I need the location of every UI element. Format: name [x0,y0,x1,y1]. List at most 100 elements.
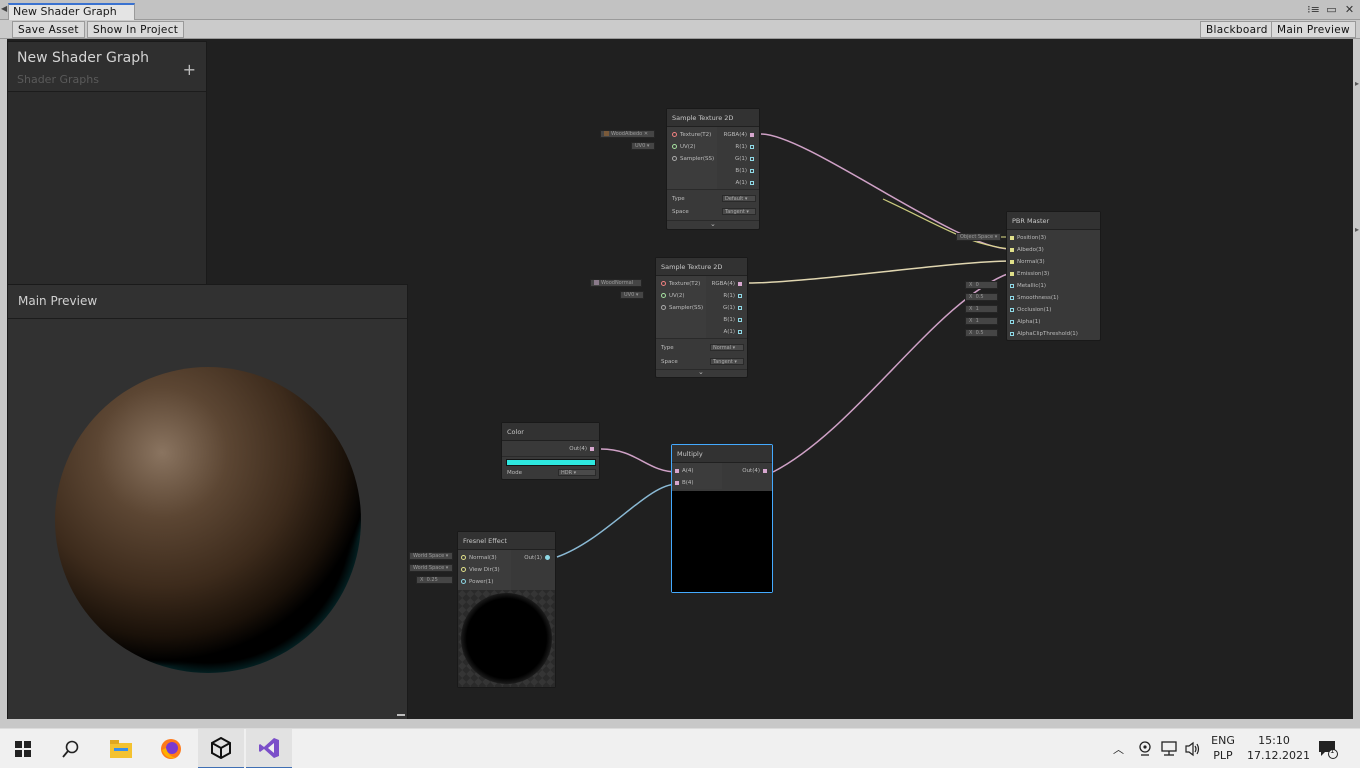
save-asset-button[interactable]: Save Asset [12,21,85,38]
port-b-in[interactable]: B(4) [672,479,694,487]
edge-fresnel-to-multiply-b [556,483,678,558]
edge-normal-to-normal [748,260,1011,284]
occlusion-field[interactable]: X 1 [965,305,998,313]
color-swatch[interactable] [506,459,596,466]
multiply-node[interactable]: Multiply A(4) B(4) Out(4) [671,444,773,593]
port-position-in[interactable]: Position(3) [1007,234,1046,242]
port-occlusion-in[interactable]: Occlusion(1) [1007,306,1051,314]
notification-center-icon[interactable]: 1 [1318,739,1338,768]
type-dropdown[interactable]: Default ▾ [722,195,756,202]
collapse-arrow-icon[interactable]: ◀ [1,4,7,13]
volume-icon[interactable] [1184,741,1202,768]
port-sampler-in[interactable]: Sampler(SS) [669,155,714,163]
clock[interactable]: 15:10 17.12.2021 [1247,733,1310,768]
port-a-out[interactable]: A(1) [723,328,745,336]
port-g-out[interactable]: G(1) [735,155,757,163]
port-a-in[interactable]: A(4) [672,467,694,475]
port-albedo-in[interactable]: Albedo(3) [1007,246,1044,254]
texture-input-field-albedo[interactable]: WoodAlbedo ✕ [600,130,655,138]
alpha-field[interactable]: X 1 [965,317,998,325]
port-fresnel-out[interactable]: Out(1) [524,554,553,562]
window-tab-shader-graph[interactable]: New Shader Graph [8,3,135,20]
port-viewdir-in[interactable]: View Dir(3) [458,566,500,574]
windows-start-icon[interactable] [0,729,46,768]
port-multiply-out[interactable]: Out(4) [742,467,770,475]
port-alpha-in[interactable]: Alpha(1) [1007,318,1040,326]
port-b-out[interactable]: B(1) [723,316,745,324]
unity-icon[interactable] [198,729,244,768]
viewdir-space-dropdown[interactable]: World Space ▾ [409,564,453,572]
port-uv-in[interactable]: UV(2) [669,143,696,151]
normal-space-dropdown[interactable]: World Space ▾ [409,552,453,560]
type-dropdown[interactable]: Normal ▾ [710,344,744,351]
port-smoothness-in[interactable]: Smoothness(1) [1007,294,1059,302]
main-preview-toggle-button[interactable]: Main Preview [1271,21,1356,38]
file-explorer-icon[interactable] [98,729,144,768]
webcam-icon[interactable] [1138,740,1152,768]
port-emission-in[interactable]: Emission(3) [1007,270,1049,278]
graph-canvas[interactable]: Sample Texture 2D Texture(T2) UV(2) Samp… [7,39,1353,719]
firefox-icon[interactable] [148,729,194,768]
clock-time: 15:10 [1258,734,1290,747]
show-in-project-button[interactable]: Show In Project [87,21,185,38]
position-space-dropdown[interactable]: Object Space ▾ [956,233,1001,241]
port-b-out[interactable]: B(1) [735,167,757,175]
port-rgba-out[interactable]: RGBA(4) [724,131,757,139]
port-uv-in[interactable]: UV(2) [658,292,685,300]
chevron-down-icon[interactable]: ⌄ [698,368,704,376]
port-texture-in[interactable]: Texture(T2) [669,131,711,139]
preview-sphere [55,367,361,673]
port-alpha-clip-in[interactable]: AlphaClipThreshold(1) [1007,330,1078,338]
add-property-icon[interactable]: + [183,60,196,79]
mode-dropdown[interactable]: HDR ▾ [558,469,596,476]
main-preview-viewport[interactable] [8,319,407,719]
port-texture-in[interactable]: Texture(T2) [658,280,700,288]
tray-overflow-icon[interactable]: ︿ [1113,741,1124,768]
dock-marker: ▸ [1354,79,1359,88]
fresnel-preview [458,590,555,687]
color-node[interactable]: Color Out(4) Mode HDR ▾ [501,422,600,480]
texture-input-field-normal[interactable]: WoodNormal [590,279,642,287]
uv-input-field-normal[interactable]: UV0 ▾ [620,291,644,299]
port-normal-in[interactable]: Normal(3) [458,554,497,562]
sample-texture-node-albedo[interactable]: Sample Texture 2D Texture(T2) UV(2) Samp… [666,108,760,230]
space-dropdown[interactable]: Tangent ▾ [710,358,744,365]
alpha-clip-field[interactable]: X 0.5 [965,329,998,337]
space-dropdown[interactable]: Tangent ▾ [722,208,756,215]
search-icon[interactable] [48,729,94,768]
node-title: Sample Texture 2D [656,258,747,276]
maximize-icon[interactable]: ▭ [1325,2,1338,18]
pbr-master-node[interactable]: PBR Master Position(3) Albedo(3) Normal(… [1006,211,1101,341]
close-icon[interactable]: ✕ [1343,2,1356,18]
port-r-out[interactable]: R(1) [735,143,757,151]
main-preview-title: Main Preview [18,294,98,308]
port-normal-in[interactable]: Normal(3) [1007,258,1045,266]
blackboard-toggle-button[interactable]: Blackboard [1200,21,1274,38]
power-field[interactable]: X 0.25 [416,576,453,584]
smoothness-field[interactable]: X 0.5 [965,293,998,301]
space-label: Space [672,209,689,215]
language-indicator[interactable]: ENG PLP [1211,733,1235,768]
window-title-bar: ◀ New Shader Graph ⁝≡ ▭ ✕ [0,0,1360,20]
uv-input-field-albedo[interactable]: UV0 ▾ [631,142,655,150]
blackboard-title: New Shader Graph [17,50,149,66]
visual-studio-icon[interactable] [246,729,292,768]
chevron-down-icon[interactable]: ⌄ [710,220,716,228]
port-a-out[interactable]: A(1) [735,179,757,187]
preview-resize-handle[interactable] [397,714,405,716]
port-color-out[interactable]: Out(4) [569,445,597,453]
menu-icon[interactable]: ⁝≡ [1307,2,1320,18]
port-sampler-in[interactable]: Sampler(SS) [658,304,703,312]
port-g-out[interactable]: G(1) [723,304,745,312]
sample-texture-node-normal[interactable]: Sample Texture 2D Texture(T2) UV(2) Samp… [655,257,748,378]
node-divider [502,456,599,457]
node-divider [667,189,759,190]
port-metallic-in[interactable]: Metallic(1) [1007,282,1046,290]
metallic-field[interactable]: X 0 [965,281,998,289]
mode-label: Mode [507,470,522,476]
port-power-in[interactable]: Power(1) [458,578,493,586]
network-icon[interactable] [1160,741,1178,768]
port-rgba-out[interactable]: RGBA(4) [712,280,745,288]
fresnel-effect-node[interactable]: Fresnel Effect Normal(3) View Dir(3) Pow… [457,531,556,688]
port-r-out[interactable]: R(1) [723,292,745,300]
